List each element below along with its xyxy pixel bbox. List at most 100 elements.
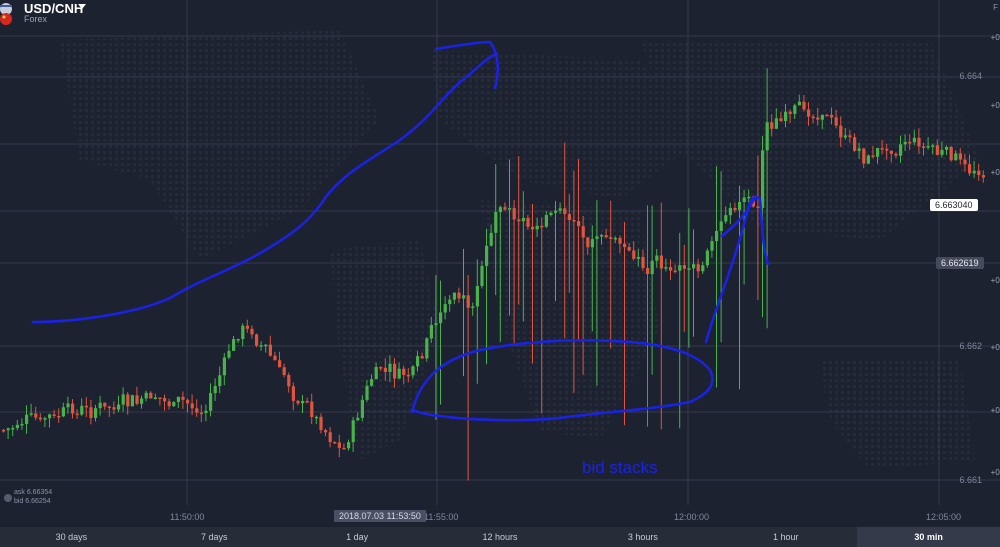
candle-body: [613, 237, 617, 240]
candle-body: [107, 406, 111, 409]
candle-body: [117, 404, 121, 410]
candle-body: [572, 219, 576, 222]
candle-body: [199, 412, 203, 415]
candle-body: [857, 148, 861, 151]
timeframe-1-day[interactable]: 1 day: [286, 527, 429, 547]
timeframe-12-hours[interactable]: 12 hours: [429, 527, 572, 547]
candle-body: [236, 338, 240, 341]
candle-body: [11, 428, 15, 430]
candle-body: [678, 265, 682, 271]
candle-body: [351, 420, 355, 443]
candle-body: [6, 428, 10, 431]
x-tick-label: 12:05:00: [926, 512, 962, 522]
candle-body: [103, 402, 107, 407]
y-edge-label: +0.: [990, 33, 1000, 42]
candle-body: [130, 395, 134, 407]
candle-body: [485, 245, 489, 266]
candle-body: [144, 392, 148, 399]
candle-body: [61, 407, 65, 417]
candle-body: [954, 153, 958, 161]
candle-body: [659, 255, 663, 269]
candle-body: [958, 153, 962, 160]
timeframe-30-min[interactable]: 30 min: [857, 527, 1000, 547]
candle-body: [636, 256, 640, 259]
timeframe-1-hour[interactable]: 1 hour: [714, 527, 857, 547]
candle-body: [452, 292, 456, 300]
candle-body: [439, 312, 443, 324]
candle-body: [503, 207, 507, 210]
candle-body: [268, 344, 272, 356]
candle-body: [190, 403, 194, 409]
candle-body: [839, 125, 843, 138]
candle-body: [310, 401, 314, 418]
candle-body: [655, 255, 659, 261]
candle-body: [140, 398, 144, 404]
instrument-market: Forex: [24, 14, 48, 24]
candle-body: [20, 423, 24, 426]
candle-body: [793, 105, 797, 114]
y-edge-label: +0.: [990, 406, 1000, 415]
candle-body: [98, 402, 102, 409]
candle-body: [374, 367, 378, 380]
candle-body: [255, 334, 259, 346]
candle-body: [797, 101, 801, 106]
candle-body: [43, 418, 47, 420]
candle-body: [379, 367, 383, 369]
candle-body: [567, 214, 571, 220]
price-level-badge: 6.662619: [936, 257, 984, 269]
candle-body: [273, 355, 277, 361]
candle-body: [167, 401, 171, 407]
candle-body: [181, 396, 185, 400]
candle-body: [475, 286, 479, 307]
candle-body: [29, 413, 33, 415]
candle-body: [673, 270, 677, 273]
candle-body: [646, 268, 650, 275]
timeframe-7-days[interactable]: 7 days: [143, 527, 286, 547]
candle-body: [176, 396, 180, 403]
candle-body: [604, 235, 608, 238]
timeframe-3-hours[interactable]: 3 hours: [571, 527, 714, 547]
candle-body: [682, 265, 686, 269]
candle-body: [480, 265, 484, 287]
candle-body: [885, 148, 889, 151]
current-time-badge: 2018.07.03 11:53:50: [334, 510, 426, 522]
candle-body: [218, 375, 222, 386]
chevron-down-icon[interactable]: [78, 4, 86, 9]
candle-body: [632, 250, 636, 259]
candle-body: [848, 135, 852, 138]
candle-body: [581, 226, 585, 238]
price-chart[interactable]: [0, 0, 1000, 527]
candle-body: [899, 144, 903, 156]
candle-body: [393, 363, 397, 379]
timeframe-30-days[interactable]: 30 days: [0, 527, 143, 547]
candle-body: [807, 109, 811, 117]
candle-body: [38, 417, 42, 420]
help-icon[interactable]: [4, 494, 12, 502]
candle-body: [34, 413, 38, 418]
x-tick-label: 11:55:00: [424, 512, 459, 522]
candle-body: [471, 306, 475, 308]
candle-body: [158, 397, 162, 400]
candle-body: [627, 247, 631, 251]
candle-body: [388, 363, 392, 372]
candle-body: [287, 375, 291, 387]
candle-body: [949, 146, 953, 161]
candle-body: [917, 137, 921, 147]
candle-body: [149, 392, 153, 399]
candle-body: [163, 397, 167, 402]
candle-body: [544, 215, 548, 227]
candle-body: [411, 366, 415, 376]
candle-body: [425, 338, 429, 359]
candle-body: [517, 219, 521, 222]
candle-body: [696, 264, 700, 272]
candle-body: [779, 118, 783, 122]
candle-body: [328, 432, 332, 443]
candle-body: [535, 225, 539, 230]
candle-body: [383, 367, 387, 372]
candle-body: [402, 368, 406, 375]
x-tick-label: 11:50:00: [170, 512, 205, 522]
candle-body: [871, 155, 875, 157]
candle-body: [558, 208, 562, 211]
candle-body: [443, 304, 447, 313]
candle-body: [365, 385, 369, 400]
